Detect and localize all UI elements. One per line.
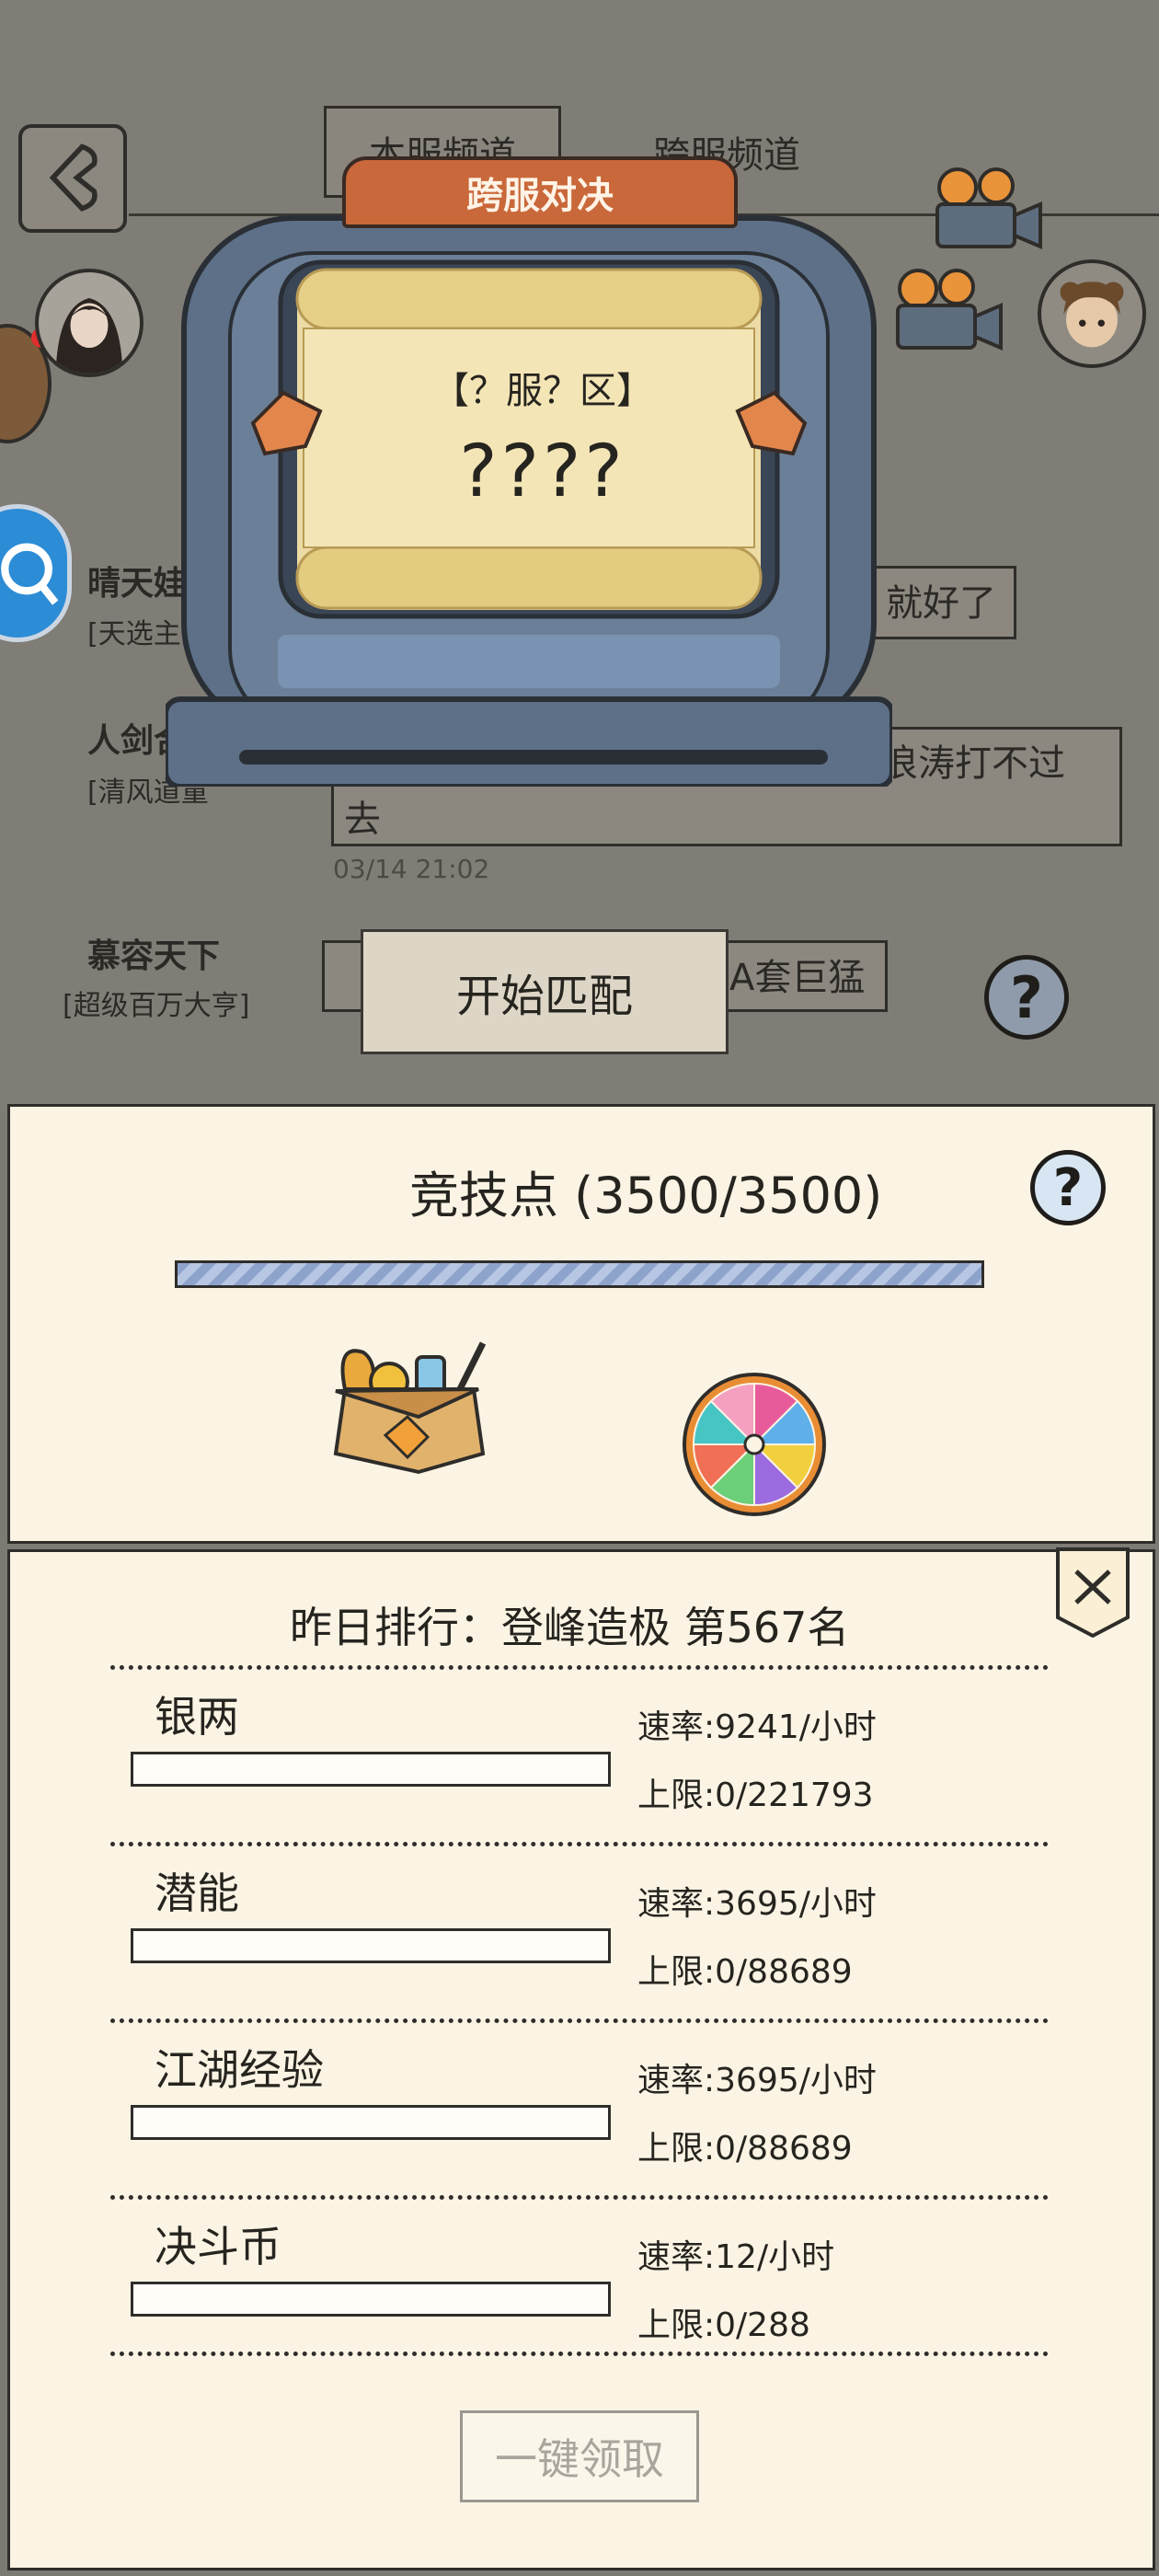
chat-text-overflow: 去 <box>344 799 381 841</box>
gift-box-icon[interactable] <box>308 1325 506 1477</box>
resource-cap: 上限:0/221793 <box>637 1777 874 1814</box>
resource-progress <box>131 2282 611 2317</box>
resource-progress <box>131 1752 611 1787</box>
chat-sender-name: 慕容天下 <box>87 937 221 975</box>
back-arrow-icon <box>49 144 98 212</box>
back-button[interactable] <box>18 124 127 233</box>
chat-timestamp: 03/14 21:02 <box>333 854 490 884</box>
resource-name: 江湖经验 <box>155 2045 324 2095</box>
help-icon[interactable]: ? <box>984 955 1069 1040</box>
opponent-name: ???? <box>459 431 626 513</box>
divider <box>110 2195 1049 2200</box>
resource-name: 决斗币 <box>155 2222 281 2271</box>
divider <box>110 2018 1049 2023</box>
machine-title-plate: 跨服对决 <box>342 156 738 228</box>
opponent-server-label: 【？服？区】 <box>432 370 653 412</box>
divider <box>110 1665 1049 1670</box>
chat-text: 就好了 <box>886 582 996 625</box>
npc-avatar[interactable] <box>1038 259 1146 368</box>
resource-rate: 速率:3695/小时 <box>637 1885 877 1923</box>
chat-text: A套巨猛 <box>729 957 866 999</box>
chat-sender-title: [超级百万大亨] <box>63 990 250 1022</box>
lucky-wheel-icon[interactable] <box>679 1369 831 1521</box>
divider <box>110 1842 1049 1846</box>
resource-name: 银两 <box>155 1692 239 1742</box>
search-icon[interactable] <box>0 504 72 642</box>
start-matching-button[interactable]: 开始匹配 <box>361 929 729 1054</box>
arena-points-title: 竞技点 (3500/3500) <box>409 1167 883 1225</box>
close-icon[interactable] <box>1054 1546 1131 1638</box>
player-avatar[interactable] <box>35 269 143 377</box>
resource-cap: 上限:0/88689 <box>637 1953 853 1991</box>
arena-points-progress <box>175 1260 984 1288</box>
resource-rate: 速率:12/小时 <box>637 2238 835 2276</box>
resource-rate: 速率:9241/小时 <box>637 1708 877 1746</box>
chat-text: 浪涛打不过 <box>881 742 1065 785</box>
resource-cap: 上限:0/88689 <box>637 2130 853 2168</box>
yesterday-rank-title: 昨日排行：登峰造极 第567名 <box>290 1603 850 1652</box>
resource-name: 潜能 <box>155 1869 239 1918</box>
camera-icon[interactable] <box>924 164 1046 256</box>
resource-cap: 上限:0/288 <box>637 2306 810 2344</box>
resource-rate: 速率:3695/小时 <box>637 2062 877 2099</box>
resource-progress <box>131 2105 611 2140</box>
help-icon[interactable]: ? <box>1030 1150 1106 1225</box>
claim-all-button[interactable]: 一键领取 <box>460 2410 699 2502</box>
resource-progress <box>131 1928 611 1963</box>
divider <box>110 2352 1049 2356</box>
camera-icon[interactable] <box>885 265 1006 357</box>
